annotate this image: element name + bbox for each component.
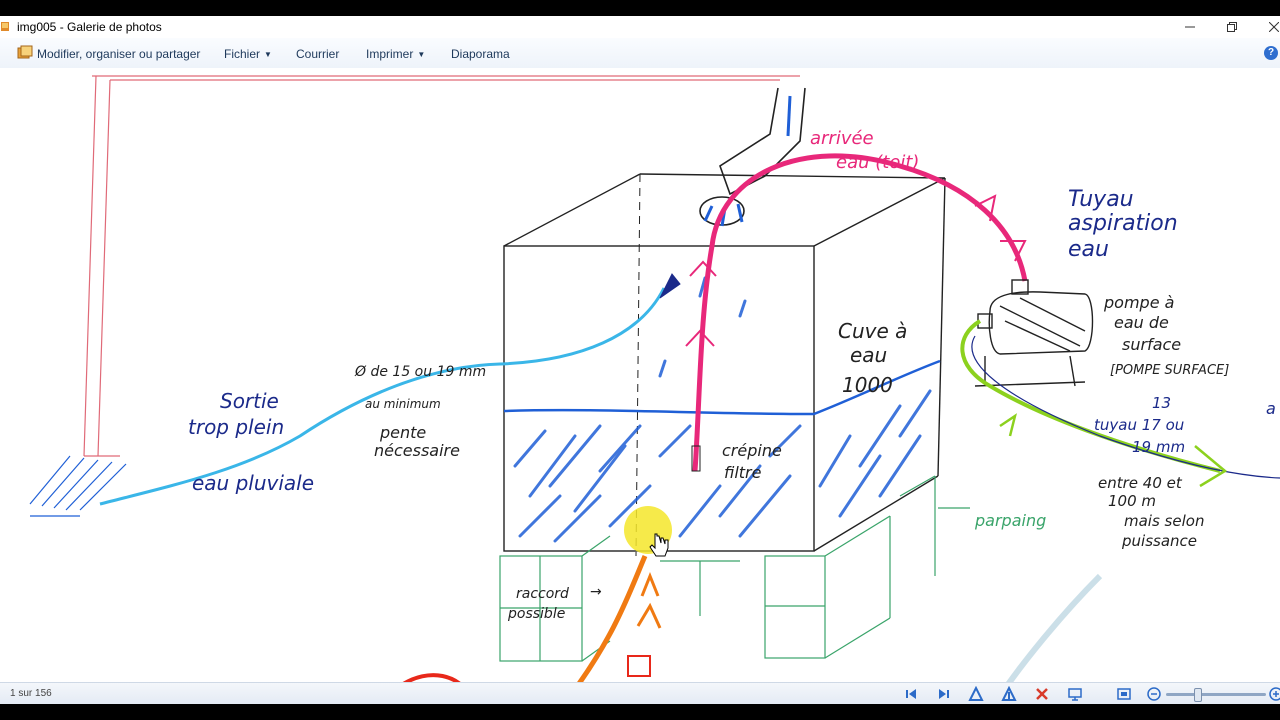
svg-text:eau: eau xyxy=(850,343,887,367)
zoom-out-icon[interactable] xyxy=(1146,686,1162,702)
label-raccord: raccord possible → xyxy=(507,584,602,622)
svg-text:mais selon: mais selon xyxy=(1124,512,1204,530)
status-bar: 1 sur 156 xyxy=(0,682,1280,704)
file-menu-label: Fichier xyxy=(224,47,261,61)
svg-text:filtre: filtre xyxy=(724,463,762,482)
svg-text:tuyau 17 ou: tuyau 17 ou xyxy=(1094,416,1184,434)
label-parpaing: parpaing xyxy=(974,511,1046,530)
svg-text:au minimum: au minimum xyxy=(365,397,441,411)
svg-text:entre 40 et: entre 40 et xyxy=(1098,474,1183,492)
photo-viewer: arrivée eau (toit) Tuyau aspiration eau … xyxy=(0,68,1280,682)
svg-text:Tuyau: Tuyau xyxy=(1068,187,1134,212)
svg-text:1000: 1000 xyxy=(842,373,893,397)
svg-text:eau: eau xyxy=(1068,237,1109,262)
label-pente: pente nécessaire xyxy=(374,423,460,460)
svg-text:eau (toit): eau (toit) xyxy=(836,152,919,173)
label-crepine: crépine filtre xyxy=(722,441,782,482)
svg-text:pompe à: pompe à xyxy=(1103,293,1174,312)
mail-menu[interactable]: Courrier xyxy=(296,47,339,61)
next-icon[interactable] xyxy=(936,686,952,702)
svg-text:[POMPE SURFACE]: [POMPE SURFACE] xyxy=(1110,363,1229,378)
organize-icon xyxy=(17,45,33,59)
svg-text:nécessaire: nécessaire xyxy=(374,441,460,460)
label-arrivee: arrivée eau (toit) xyxy=(810,128,919,173)
help-button[interactable]: ? xyxy=(1264,46,1278,60)
overflow-pipe xyxy=(99,287,666,506)
command-bar: Modifier, organiser ou partager Fichier ▼… xyxy=(0,38,1280,69)
svg-text:eau pluviale: eau pluviale xyxy=(192,471,314,495)
label-tuyau-diametre: 13 tuyau 17 ou 19 mm xyxy=(1094,394,1185,456)
zoom-slider[interactable] xyxy=(1166,688,1266,702)
app-icon xyxy=(1,22,9,31)
label-entre: entre 40 et 100 m mais selon puissance xyxy=(1098,474,1204,550)
chevron-down-icon: ▼ xyxy=(417,50,426,59)
print-menu[interactable]: Imprimer ▼ xyxy=(366,47,425,61)
title-bar: img005 - Galerie de photos xyxy=(0,16,1280,38)
slideshow-icon[interactable] xyxy=(1067,686,1083,702)
svg-text:Ø de 15 ou 19 mm: Ø de 15 ou 19 mm xyxy=(354,364,486,380)
svg-text:possible: possible xyxy=(507,606,565,622)
minimize-icon xyxy=(1185,26,1195,28)
svg-text:arrivée: arrivée xyxy=(810,128,874,149)
label-edge: a xyxy=(1266,399,1276,418)
label-diametre: Ø de 15 ou 19 mm au minimum xyxy=(354,364,486,411)
bottom-outlet-pipe xyxy=(577,555,648,682)
svg-text:surface: surface xyxy=(1122,335,1181,354)
minimize-button[interactable] xyxy=(1170,16,1210,38)
rotate-right-icon[interactable] xyxy=(1001,686,1017,702)
svg-text:eau de: eau de xyxy=(1114,313,1169,332)
chevron-down-icon: ▼ xyxy=(264,50,272,59)
svg-text:trop plein: trop plein xyxy=(188,415,284,439)
cinder-blocks xyxy=(499,475,970,662)
svg-text:19 mm: 19 mm xyxy=(1132,438,1185,456)
zoom-in-icon[interactable] xyxy=(1268,686,1280,702)
restore-icon xyxy=(1227,22,1237,32)
close-icon xyxy=(1269,22,1279,32)
svg-text:raccord: raccord xyxy=(516,586,569,602)
surface-pump xyxy=(974,279,1094,387)
restore-button[interactable] xyxy=(1212,16,1252,38)
suction-pipe xyxy=(692,153,1028,472)
svg-text:Sortie: Sortie xyxy=(220,389,279,413)
label-tuyau: Tuyau aspiration eau xyxy=(1068,187,1178,262)
svg-text:Cuve à: Cuve à xyxy=(838,319,907,343)
svg-text:aspiration: aspiration xyxy=(1068,211,1178,236)
svg-text:13: 13 xyxy=(1152,394,1171,412)
ground-hatching xyxy=(29,455,127,517)
svg-text:pente: pente xyxy=(379,423,426,442)
close-button[interactable] xyxy=(1254,16,1280,38)
photo-gallery-window: img005 - Galerie de photos Modifier, org… xyxy=(0,16,1280,704)
delete-icon[interactable] xyxy=(1034,686,1050,702)
window-title: img005 - Galerie de photos xyxy=(17,20,162,34)
print-menu-label: Imprimer xyxy=(366,47,414,61)
photo-counter: 1 sur 156 xyxy=(10,688,52,699)
slideshow-menu[interactable]: Diaporama xyxy=(451,47,510,61)
label-cuve: Cuve à eau 1000 xyxy=(838,319,907,397)
sketch-image: arrivée eau (toit) Tuyau aspiration eau … xyxy=(29,75,1280,682)
svg-text:100 m: 100 m xyxy=(1108,492,1156,510)
label-pompe: pompe à eau de surface [POMPE SURFACE] xyxy=(1103,293,1229,378)
previous-icon[interactable] xyxy=(903,686,919,702)
organize-menu[interactable]: Modifier, organiser ou partager xyxy=(37,47,200,61)
label-sortie: Sortie trop plein eau pluviale xyxy=(188,389,314,495)
zoom-slider-thumb[interactable] xyxy=(1194,688,1202,702)
rotate-left-icon[interactable] xyxy=(968,686,984,702)
svg-text:→: → xyxy=(590,584,602,600)
svg-text:crépine: crépine xyxy=(722,441,782,460)
sketch-house-frame xyxy=(83,75,800,457)
svg-text:puissance: puissance xyxy=(1121,532,1197,550)
actual-size-icon[interactable] xyxy=(1116,686,1132,702)
file-menu[interactable]: Fichier ▼ xyxy=(224,47,272,61)
